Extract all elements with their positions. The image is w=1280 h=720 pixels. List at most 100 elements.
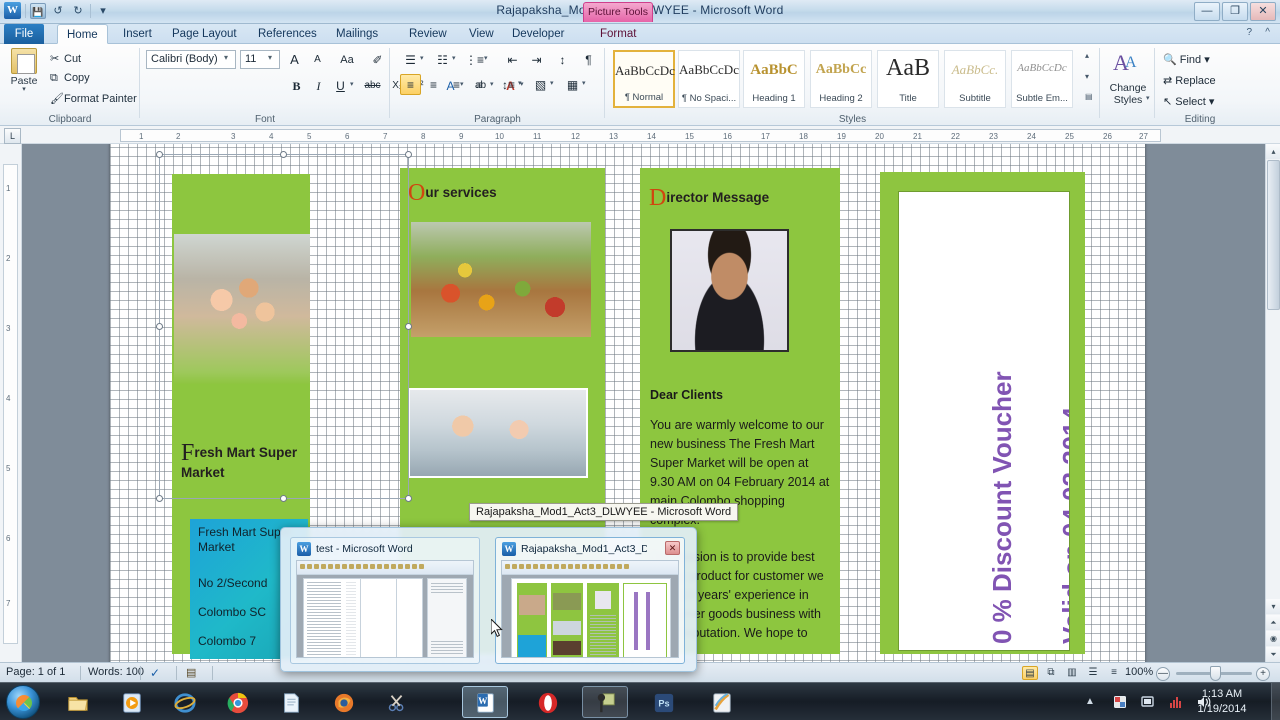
- italic-button[interactable]: I: [308, 75, 329, 96]
- next-page-icon[interactable]: ⏷: [1266, 647, 1280, 662]
- paste-button[interactable]: Paste ▾: [6, 48, 42, 93]
- taskbar-internet-explorer[interactable]: [161, 686, 207, 718]
- numbering-icon[interactable]: ☷: [432, 49, 453, 70]
- resize-handle-nw[interactable]: [156, 151, 163, 158]
- taskbar-microsoft-word[interactable]: W: [462, 686, 508, 718]
- increase-indent-icon[interactable]: ⇥: [526, 49, 547, 70]
- grocery-produce-photo[interactable]: [411, 222, 591, 337]
- word-count[interactable]: Words: 100: [88, 666, 144, 678]
- taskbar-windows-explorer[interactable]: [54, 686, 100, 718]
- minimize-button[interactable]: —: [1194, 2, 1220, 21]
- decrease-indent-icon[interactable]: ⇤: [502, 49, 523, 70]
- language-icon[interactable]: ▤: [186, 666, 196, 679]
- show-desktop-button[interactable]: [1271, 683, 1280, 720]
- director-portrait-photo[interactable]: [670, 229, 789, 352]
- multilevel-list-icon[interactable]: ⋮≡: [464, 49, 485, 70]
- taskbar-snipping-tool[interactable]: [373, 686, 419, 718]
- style-subtitle[interactable]: AaBbCc. Subtitle: [944, 50, 1006, 108]
- tab-format[interactable]: Format: [591, 24, 645, 44]
- align-left-icon[interactable]: ≡: [400, 74, 421, 95]
- print-layout-icon[interactable]: ▤: [1022, 666, 1038, 680]
- ribbon-tab-strip[interactable]: File Home Insert Page Layout References …: [0, 24, 1280, 44]
- chevron-down-icon[interactable]: ▾: [6, 87, 42, 93]
- styles-scroll-up-icon[interactable]: ▴: [1085, 51, 1089, 60]
- pharmacy-staff-photo[interactable]: [408, 388, 588, 478]
- font-size-combo[interactable]: 11: [240, 50, 280, 69]
- thumbnail-close-button[interactable]: ✕: [665, 541, 680, 555]
- bullets-icon[interactable]: ☰: [400, 49, 421, 70]
- scroll-thumb[interactable]: [1267, 160, 1280, 310]
- zoom-in-button[interactable]: +: [1256, 667, 1270, 681]
- taskbar[interactable]: W Ps: [0, 682, 1280, 720]
- bold-button[interactable]: B: [286, 75, 307, 96]
- styles-more-icon[interactable]: ▤: [1085, 92, 1093, 101]
- chevron-down-icon[interactable]: ▾: [224, 53, 228, 62]
- maximize-button[interactable]: ❐: [1222, 2, 1248, 21]
- show-marks-icon[interactable]: ¶: [578, 49, 599, 70]
- strikethrough-button[interactable]: abc: [362, 75, 383, 96]
- tab-view[interactable]: View: [460, 24, 503, 44]
- chevron-down-icon[interactable]: ▾: [452, 54, 456, 62]
- justify-icon[interactable]: ≡: [469, 74, 490, 95]
- cut-button[interactable]: ✂Cut: [50, 52, 81, 65]
- outline-icon[interactable]: ☰: [1085, 666, 1101, 680]
- tab-insert[interactable]: Insert: [114, 24, 161, 44]
- select-button[interactable]: ↖ Select ▾: [1163, 95, 1214, 108]
- style-normal[interactable]: AaBbCcDc ¶ Normal: [613, 50, 675, 108]
- taskbar-google-chrome[interactable]: [214, 686, 260, 718]
- shading-icon[interactable]: ▧: [530, 74, 551, 95]
- tab-page-layout[interactable]: Page Layout: [163, 24, 246, 44]
- chevron-down-icon[interactable]: ▾: [350, 80, 354, 88]
- chevron-down-icon[interactable]: ▾: [268, 53, 272, 62]
- taskbar-mozilla-firefox[interactable]: [320, 686, 366, 718]
- style-heading-1[interactable]: AaBbC Heading 1: [743, 50, 805, 108]
- scroll-up-icon[interactable]: ▴: [1266, 144, 1280, 159]
- chevron-down-icon[interactable]: ▾: [420, 54, 424, 62]
- close-button[interactable]: ✕: [1250, 2, 1276, 21]
- tab-home[interactable]: Home: [57, 24, 108, 44]
- resize-handle-ne[interactable]: [405, 151, 412, 158]
- style-heading-2[interactable]: AaBbCc Heading 2: [810, 50, 872, 108]
- previous-page-icon[interactable]: ⏶: [1266, 615, 1280, 630]
- vertical-scrollbar[interactable]: ▴ ▾ ⏶ ◉ ⏷: [1265, 144, 1280, 662]
- chevron-down-icon[interactable]: ▾: [1146, 94, 1150, 102]
- tab-mailings[interactable]: Mailings: [327, 24, 387, 44]
- start-orb-icon[interactable]: [6, 685, 40, 719]
- find-button[interactable]: 🔍 Find ▾: [1163, 53, 1210, 66]
- style-title[interactable]: AaB Title: [877, 50, 939, 108]
- chevron-down-icon[interactable]: ▾: [550, 79, 554, 87]
- selection-frame[interactable]: [159, 154, 409, 499]
- network-icon[interactable]: [1140, 694, 1156, 710]
- change-case-button[interactable]: Aa: [333, 49, 361, 70]
- copy-button[interactable]: ⧉Copy: [50, 72, 90, 85]
- window-controls[interactable]: — ❐ ✕: [1194, 2, 1276, 21]
- vertical-ruler[interactable]: 1 2 3 4 5 6 7: [0, 144, 22, 662]
- tab-references[interactable]: References: [249, 24, 326, 44]
- zoom-out-button[interactable]: —: [1156, 667, 1170, 681]
- format-painter-button[interactable]: 🖌Format Painter: [50, 92, 137, 105]
- styles-scroll-down-icon[interactable]: ▾: [1085, 72, 1089, 81]
- align-right-icon[interactable]: ≡: [446, 74, 467, 95]
- taskbar-windows-media-player[interactable]: [108, 686, 154, 718]
- taskbar-opera[interactable]: [524, 686, 570, 718]
- clear-formatting-icon[interactable]: ✐: [367, 49, 388, 70]
- resize-handle-w[interactable]: [156, 323, 163, 330]
- grow-font-button[interactable]: A: [284, 49, 305, 70]
- horizontal-ruler[interactable]: 1 2 3 4 5 6 7 8 9 10 11 12 13 14 15 16 1…: [0, 126, 1280, 144]
- draft-icon[interactable]: ≡: [1106, 666, 1122, 680]
- help-icon[interactable]: ?: [1246, 27, 1252, 38]
- resize-handle-s[interactable]: [280, 495, 287, 502]
- chevron-down-icon[interactable]: ▾: [582, 79, 586, 87]
- underline-button[interactable]: U: [330, 75, 351, 96]
- taskbar-notepad[interactable]: [267, 686, 313, 718]
- voucher-inner[interactable]: 0 % Discount Voucher Valid on 04.02.2014: [898, 191, 1070, 651]
- tab-developer[interactable]: Developer: [503, 24, 573, 44]
- scroll-down-icon[interactable]: ▾: [1266, 599, 1280, 614]
- taskbar-paint-editor[interactable]: [698, 686, 744, 718]
- taskbar-adobe-photoshop[interactable]: Ps: [640, 686, 686, 718]
- chevron-down-icon[interactable]: ▾: [518, 79, 522, 87]
- full-screen-reading-icon[interactable]: ⧉: [1043, 666, 1059, 680]
- chevron-up-icon[interactable]: ▲: [1082, 694, 1098, 710]
- spellcheck-icon[interactable]: ✓: [150, 666, 160, 680]
- replace-button[interactable]: ⇄ Replace: [1163, 74, 1216, 87]
